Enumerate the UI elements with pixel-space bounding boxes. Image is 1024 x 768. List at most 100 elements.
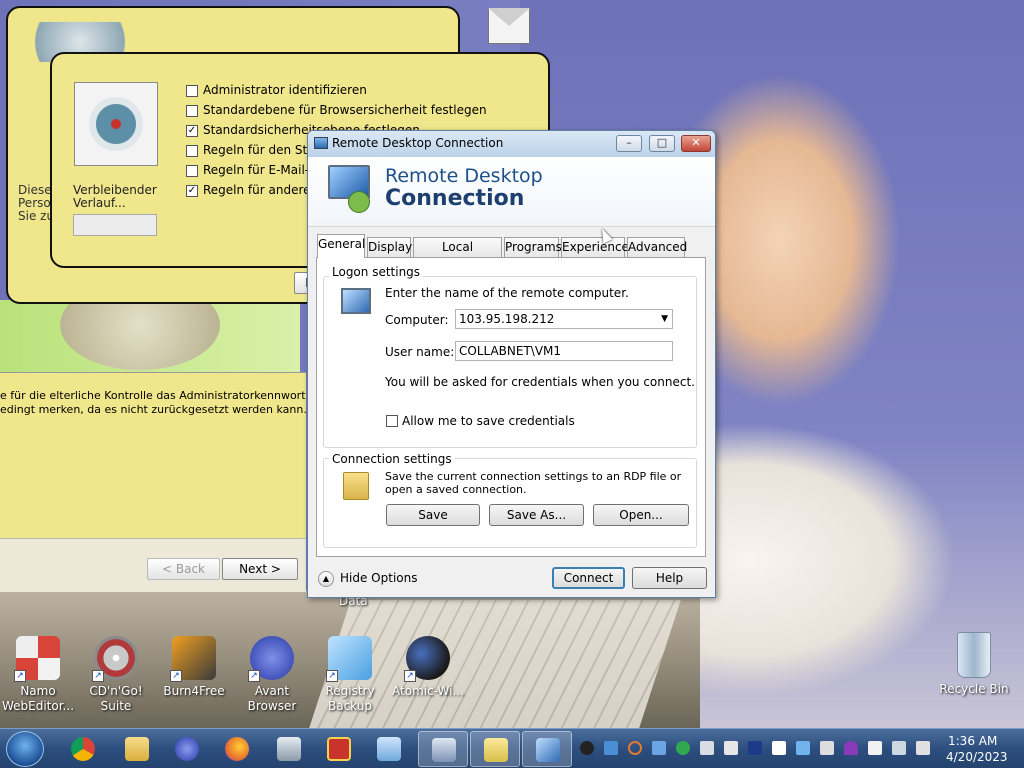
registry-cubes-icon: ↗: [326, 636, 372, 682]
maximize-button[interactable]: □: [649, 135, 675, 152]
wizard-text-line-1: e für die elterliche Kontrolle das Admin…: [0, 389, 306, 402]
connect-button[interactable]: Connect: [552, 567, 625, 589]
desktop-icon-namo[interactable]: ↗ Namo WebEditor...: [0, 636, 76, 714]
atomic-clock-icon: ↗: [404, 636, 450, 682]
avant-browser-icon: ↗: [248, 636, 294, 682]
shortcut-arrow-icon: ↗: [92, 670, 104, 682]
credentials-note: You will be asked for credentials when y…: [385, 375, 695, 389]
desktop-icon-recycle-bin[interactable]: Recycle Bin: [936, 632, 1012, 697]
tab-display[interactable]: Display: [367, 237, 412, 257]
taskbar-app9[interactable]: [470, 731, 520, 767]
chevron-down-icon[interactable]: ▼: [661, 310, 668, 328]
taskbar-firefox[interactable]: [212, 731, 262, 767]
taskbar-avant[interactable]: [162, 731, 212, 767]
tray-icon-2[interactable]: [604, 741, 618, 755]
rubik-cube-icon: ↗: [14, 636, 60, 682]
tray-icon-4[interactable]: [652, 741, 666, 755]
tab-experience[interactable]: Experience: [561, 237, 629, 257]
desktop-icon-registry-backup[interactable]: ↗ Registry Backup: [312, 636, 388, 714]
computer-combobox[interactable]: 103.95.198.212 ▼: [455, 309, 673, 329]
help-button[interactable]: Help: [632, 567, 707, 589]
desktop-icon-label: Registry Backup: [325, 684, 375, 713]
tab-general[interactable]: General: [317, 234, 365, 258]
connection-settings-title: Connection settings: [329, 452, 455, 466]
cd-icon: ↗: [92, 636, 138, 682]
app9-icon: [484, 738, 508, 762]
wizard-text-line-2: edingt merken, da es nicht zurückgesetzt…: [0, 403, 306, 416]
taskbar-app7[interactable]: [364, 731, 414, 767]
desktop-icon-burn4free[interactable]: ↗ Burn4Free: [156, 636, 232, 699]
checkbox-security-level[interactable]: ✓: [186, 125, 198, 137]
tray-icon-6[interactable]: [700, 741, 714, 755]
tray-icon-search[interactable]: [628, 741, 642, 755]
firefox-icon: [225, 737, 249, 761]
save-as-button[interactable]: Save As...: [489, 504, 584, 526]
checkbox-browser-level[interactable]: [186, 105, 198, 117]
taskbar-app5[interactable]: [264, 731, 314, 767]
burn4free-icon: ↗: [170, 636, 216, 682]
taskbar-chrome[interactable]: [58, 731, 108, 767]
tray-icon-8[interactable]: [748, 741, 762, 755]
shortcut-arrow-icon: ↗: [248, 670, 260, 682]
shortcut-arrow-icon: ↗: [170, 670, 182, 682]
save-credentials-checkbox[interactable]: [386, 415, 398, 427]
remaining-progress: [73, 214, 157, 236]
tab-programs[interactable]: Programs: [504, 237, 562, 257]
minimize-button[interactable]: –: [616, 135, 642, 152]
taskbar-explorer[interactable]: [112, 731, 162, 767]
taskbar-app8[interactable]: [418, 731, 468, 767]
app8-icon: [432, 738, 456, 762]
next-button[interactable]: Next >: [222, 558, 298, 580]
title-bar[interactable]: Remote Desktop Connection – □ ✕: [308, 131, 715, 157]
shortcut-arrow-icon: ↗: [14, 670, 26, 682]
computer-icon: [341, 288, 371, 314]
checkbox-rules-standard[interactable]: [186, 145, 198, 157]
flag-icon[interactable]: [868, 741, 882, 755]
desktop-icon-avant[interactable]: ↗ Avant Browser: [234, 636, 310, 714]
desktop-icon-cdngo[interactable]: ↗ CD'n'Go! Suite: [78, 636, 154, 714]
taskbar-remote-desktop[interactable]: [522, 731, 572, 767]
tray-icon-11[interactable]: [820, 741, 834, 755]
tab-local-resources[interactable]: Local Resources: [413, 237, 502, 272]
tray-icon-1[interactable]: [580, 741, 594, 755]
close-button[interactable]: ✕: [681, 135, 711, 152]
recycle-bin-icon: [957, 632, 991, 678]
network-icon[interactable]: [892, 741, 906, 755]
start-button[interactable]: [6, 731, 44, 767]
tray-icon-7[interactable]: [724, 741, 738, 755]
username-field[interactable]: COLLABNET\VM1: [455, 341, 673, 361]
desktop-icon-label: Atomic-Wi...: [392, 684, 464, 698]
chrome-icon: [71, 737, 95, 761]
clock-time[interactable]: 1:36 AM: [948, 734, 997, 748]
shortcut-arrow-icon: ↗: [404, 670, 416, 682]
checkbox-rules-other[interactable]: ✓: [186, 185, 198, 197]
taskbar-app6[interactable]: [314, 731, 364, 767]
username-value: COLLABNET\VM1: [459, 344, 562, 358]
desktop-icon-label: CD'n'Go! Suite: [89, 684, 143, 713]
checkbox-admin[interactable]: [186, 85, 198, 97]
rdc-title-icon: [314, 137, 328, 149]
tray-icon-9[interactable]: [772, 741, 786, 755]
app5-icon: [277, 737, 301, 761]
save-button[interactable]: Save: [386, 504, 480, 526]
desktop-icon-label: Avant Browser: [247, 684, 297, 713]
back-button[interactable]: < Back: [147, 558, 220, 580]
clock-date[interactable]: 4/20/2023: [946, 750, 1008, 764]
desktop-icon-atomic[interactable]: ↗ Atomic-Wi...: [390, 636, 466, 699]
computer-label: Computer:: [385, 313, 449, 327]
avant-icon: [175, 737, 199, 761]
rdc-banner: Remote Desktop Connection: [308, 157, 715, 227]
checkbox-rules-email[interactable]: [186, 165, 198, 177]
remote-desktop-window[interactable]: Remote Desktop Connection – □ ✕ Remote D…: [307, 130, 716, 598]
volume-muted-icon[interactable]: [916, 741, 930, 755]
rdc-connect-arrow-icon: [348, 191, 370, 213]
hide-options-toggle[interactable]: ▲ Hide Options: [318, 569, 418, 589]
open-button[interactable]: Open...: [593, 504, 689, 526]
connection-description: Save the current connection settings to …: [385, 470, 682, 496]
tray-icon-10[interactable]: [796, 741, 810, 755]
general-tab-panel: Logon settings Enter the name of the rem…: [316, 257, 706, 557]
tray-icon-5[interactable]: [676, 741, 690, 755]
tab-advanced[interactable]: Advanced: [627, 237, 687, 257]
mail-desktop-icon[interactable]: [484, 6, 534, 50]
tray-icon-umbrella[interactable]: [844, 741, 858, 755]
